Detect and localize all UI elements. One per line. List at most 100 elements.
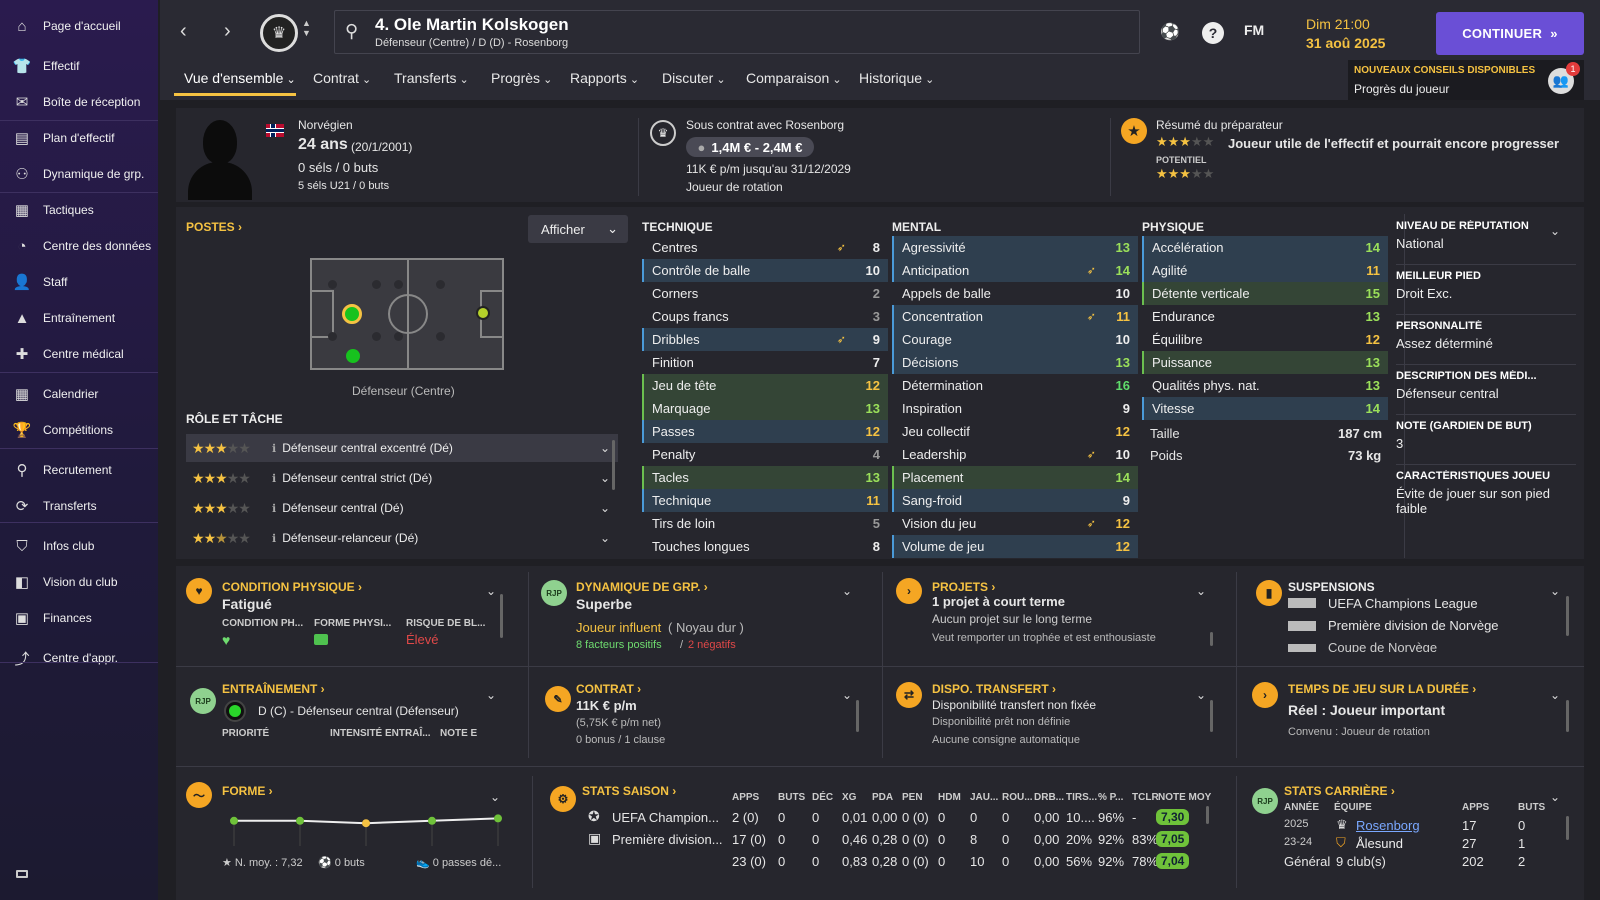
scrollbar[interactable] [1566, 816, 1569, 840]
attribute-row[interactable]: Accélération 14 [1142, 236, 1388, 259]
role-row[interactable]: ★★★★★ ℹ Défenseur-relanceur (Dé) ⌄ [186, 524, 618, 552]
attribute-row[interactable]: Qualités phys. nat. 13 [1142, 374, 1388, 397]
sidebar-item-16[interactable]: ▣ Finances [0, 603, 158, 633]
sidebar-item-17[interactable]: ⤴ Centre d'appr. [0, 643, 158, 673]
back-arrow-icon[interactable]: ‹ [180, 20, 187, 43]
positions-title[interactable]: POSTES › [186, 220, 242, 234]
scrollbar[interactable] [1210, 632, 1213, 646]
season-header[interactable]: HDM [938, 792, 961, 803]
role-row[interactable]: ★★★★★ ℹ Défenseur central (Dé) ⌄ [186, 494, 618, 522]
scrollbar[interactable] [500, 594, 503, 638]
scrollbar[interactable] [1210, 700, 1213, 732]
sidebar-item-7[interactable]: 👤 Staff [0, 267, 158, 297]
attribute-row[interactable]: Détermination 16 [892, 374, 1138, 397]
attribute-row[interactable]: Tacles 13 [642, 466, 888, 489]
tab-3[interactable]: Progrès ⌄ [491, 70, 552, 86]
chevron-down-icon[interactable]: ⌄ [600, 441, 610, 455]
positive-factors[interactable]: 8 facteurs positifs [576, 639, 662, 651]
sidebar-item-4[interactable]: ⚇ Dynamique de grp. [0, 159, 158, 189]
season-stats-title[interactable]: STATS SAISON › [582, 784, 676, 798]
advice-panel[interactable]: NOUVEAUX CONSEILS DISPONIBLES Progrès du… [1348, 60, 1584, 100]
attribute-row[interactable]: Endurance 13 [1142, 305, 1388, 328]
scrollbar[interactable] [1206, 806, 1209, 824]
sidebar-item-0[interactable]: ⌂ Page d'accueil [0, 11, 158, 41]
sidebar-item-3[interactable]: ▤ Plan d'effectif [0, 123, 158, 153]
attribute-row[interactable]: Vitesse 14 [1142, 397, 1388, 420]
season-header[interactable]: XG [842, 792, 856, 803]
tab-5[interactable]: Discuter ⌄ [662, 70, 726, 86]
fm-logo[interactable]: FM [1244, 22, 1264, 38]
attribute-row[interactable]: Vision du jeu ➶ 12 [892, 512, 1138, 535]
attribute-row[interactable]: Décisions 13 [892, 351, 1138, 374]
chevron-down-icon[interactable]: ⌄ [1550, 584, 1560, 598]
role-row[interactable]: ★★★★★ ℹ Défenseur central excentré (Dé) ⌄ [186, 434, 618, 462]
sidebar-item-12[interactable]: ⚲ Recrutement [0, 455, 158, 485]
attribute-row[interactable]: Appels de balle 10 [892, 282, 1138, 305]
help-icon[interactable]: ? [1202, 22, 1224, 44]
attribute-row[interactable]: Penalty 4 [642, 443, 888, 466]
attribute-row[interactable]: Anticipation ➶ 14 [892, 259, 1138, 282]
attribute-row[interactable]: Marquage 13 [642, 397, 888, 420]
career-team[interactable]: Rosenborg [1356, 818, 1420, 833]
chevron-down-icon[interactable]: ⌄ [486, 584, 496, 598]
sidebar-item-14[interactable]: ⛉ Infos club [0, 531, 158, 561]
chevron-down-icon[interactable]: ⌄ [600, 531, 610, 545]
sidebar-item-15[interactable]: ◧ Vision du club [0, 567, 158, 597]
season-header[interactable]: DÉC [812, 792, 833, 803]
season-header[interactable]: BUTS [778, 792, 805, 803]
attribute-row[interactable]: Volume de jeu 12 [892, 535, 1138, 558]
club-crest-icon[interactable]: ♛ [260, 14, 298, 52]
continue-button[interactable]: CONTINUER » [1436, 12, 1584, 55]
contract-title[interactable]: CONTRAT › [576, 682, 641, 696]
chevron-down-icon[interactable]: ⌄ [842, 584, 852, 598]
info-icon[interactable]: ℹ [272, 472, 276, 485]
season-header[interactable]: TCLR [1132, 792, 1159, 803]
tab-1[interactable]: Contrat ⌄ [313, 70, 371, 86]
attribute-row[interactable]: Touches longues 8 [642, 535, 888, 558]
season-header[interactable]: JAU... [970, 792, 998, 803]
attribute-row[interactable]: Passes 12 [642, 420, 888, 443]
crest-updown-icon[interactable]: ▲ ▼ [302, 18, 311, 38]
forward-arrow-icon[interactable]: › [224, 20, 231, 43]
season-header[interactable]: DRB... [1034, 792, 1064, 803]
condition-title[interactable]: CONDITION PHYSIQUE › [222, 580, 362, 594]
season-header[interactable]: TIRS... [1066, 792, 1097, 803]
info-icon[interactable]: ℹ [272, 502, 276, 515]
attribute-row[interactable]: Agressivité 13 [892, 236, 1138, 259]
season-header[interactable]: PDA [872, 792, 893, 803]
negative-factors[interactable]: 2 négatifs [688, 639, 736, 651]
world-icon[interactable]: ⚽ [1160, 22, 1180, 42]
chevron-down-icon[interactable]: ⌄ [600, 471, 610, 485]
transfer-title[interactable]: DISPO. TRANSFERT › [932, 682, 1056, 696]
chevron-down-icon[interactable]: ⌄ [1196, 584, 1206, 598]
attribute-row[interactable]: Technique 11 [642, 489, 888, 512]
attribute-row[interactable]: Détente verticale 15 [1142, 282, 1388, 305]
attribute-row[interactable]: Agilité 11 [1142, 259, 1388, 282]
tab-4[interactable]: Rapports ⌄ [570, 70, 639, 86]
attribute-row[interactable]: Jeu de tête 12 [642, 374, 888, 397]
attribute-row[interactable]: Centres ➶ 8 [642, 236, 888, 259]
form-title[interactable]: FORME › [222, 784, 273, 798]
chevron-down-icon[interactable]: ⌄ [842, 688, 852, 702]
season-header[interactable]: % P... [1098, 792, 1123, 803]
attribute-row[interactable]: Dribbles ➶ 9 [642, 328, 888, 351]
show-dropdown[interactable]: Afficher ⌄ [528, 215, 628, 243]
sidebar-item-10[interactable]: ▦ Calendrier [0, 379, 158, 409]
tab-2[interactable]: Transferts ⌄ [394, 70, 469, 86]
attribute-row[interactable]: Sang-froid 9 [892, 489, 1138, 512]
sidebar-item-1[interactable]: 👕 Effectif [0, 51, 158, 81]
sidebar-item-8[interactable]: ▲ Entraînement [0, 303, 158, 333]
chevron-down-icon[interactable]: ⌄ [1550, 790, 1560, 804]
attribute-row[interactable]: Inspiration 9 [892, 397, 1138, 420]
sidebar-item-2[interactable]: ✉ Boîte de réception [0, 87, 158, 117]
sidebar-item-9[interactable]: ✚ Centre médical [0, 339, 158, 369]
attribute-row[interactable]: Tirs de loin 5 [642, 512, 888, 535]
training-title[interactable]: ENTRAÎNEMENT › [222, 682, 325, 696]
scrollbar[interactable] [1566, 596, 1569, 636]
attribute-row[interactable]: Leadership ➶ 10 [892, 443, 1138, 466]
attribute-row[interactable]: Concentration ➶ 11 [892, 305, 1138, 328]
tab-7[interactable]: Historique ⌄ [859, 70, 934, 86]
season-header[interactable]: PEN [902, 792, 923, 803]
attribute-row[interactable]: Contrôle de balle 10 [642, 259, 888, 282]
attribute-row[interactable]: Coups francs 3 [642, 305, 888, 328]
